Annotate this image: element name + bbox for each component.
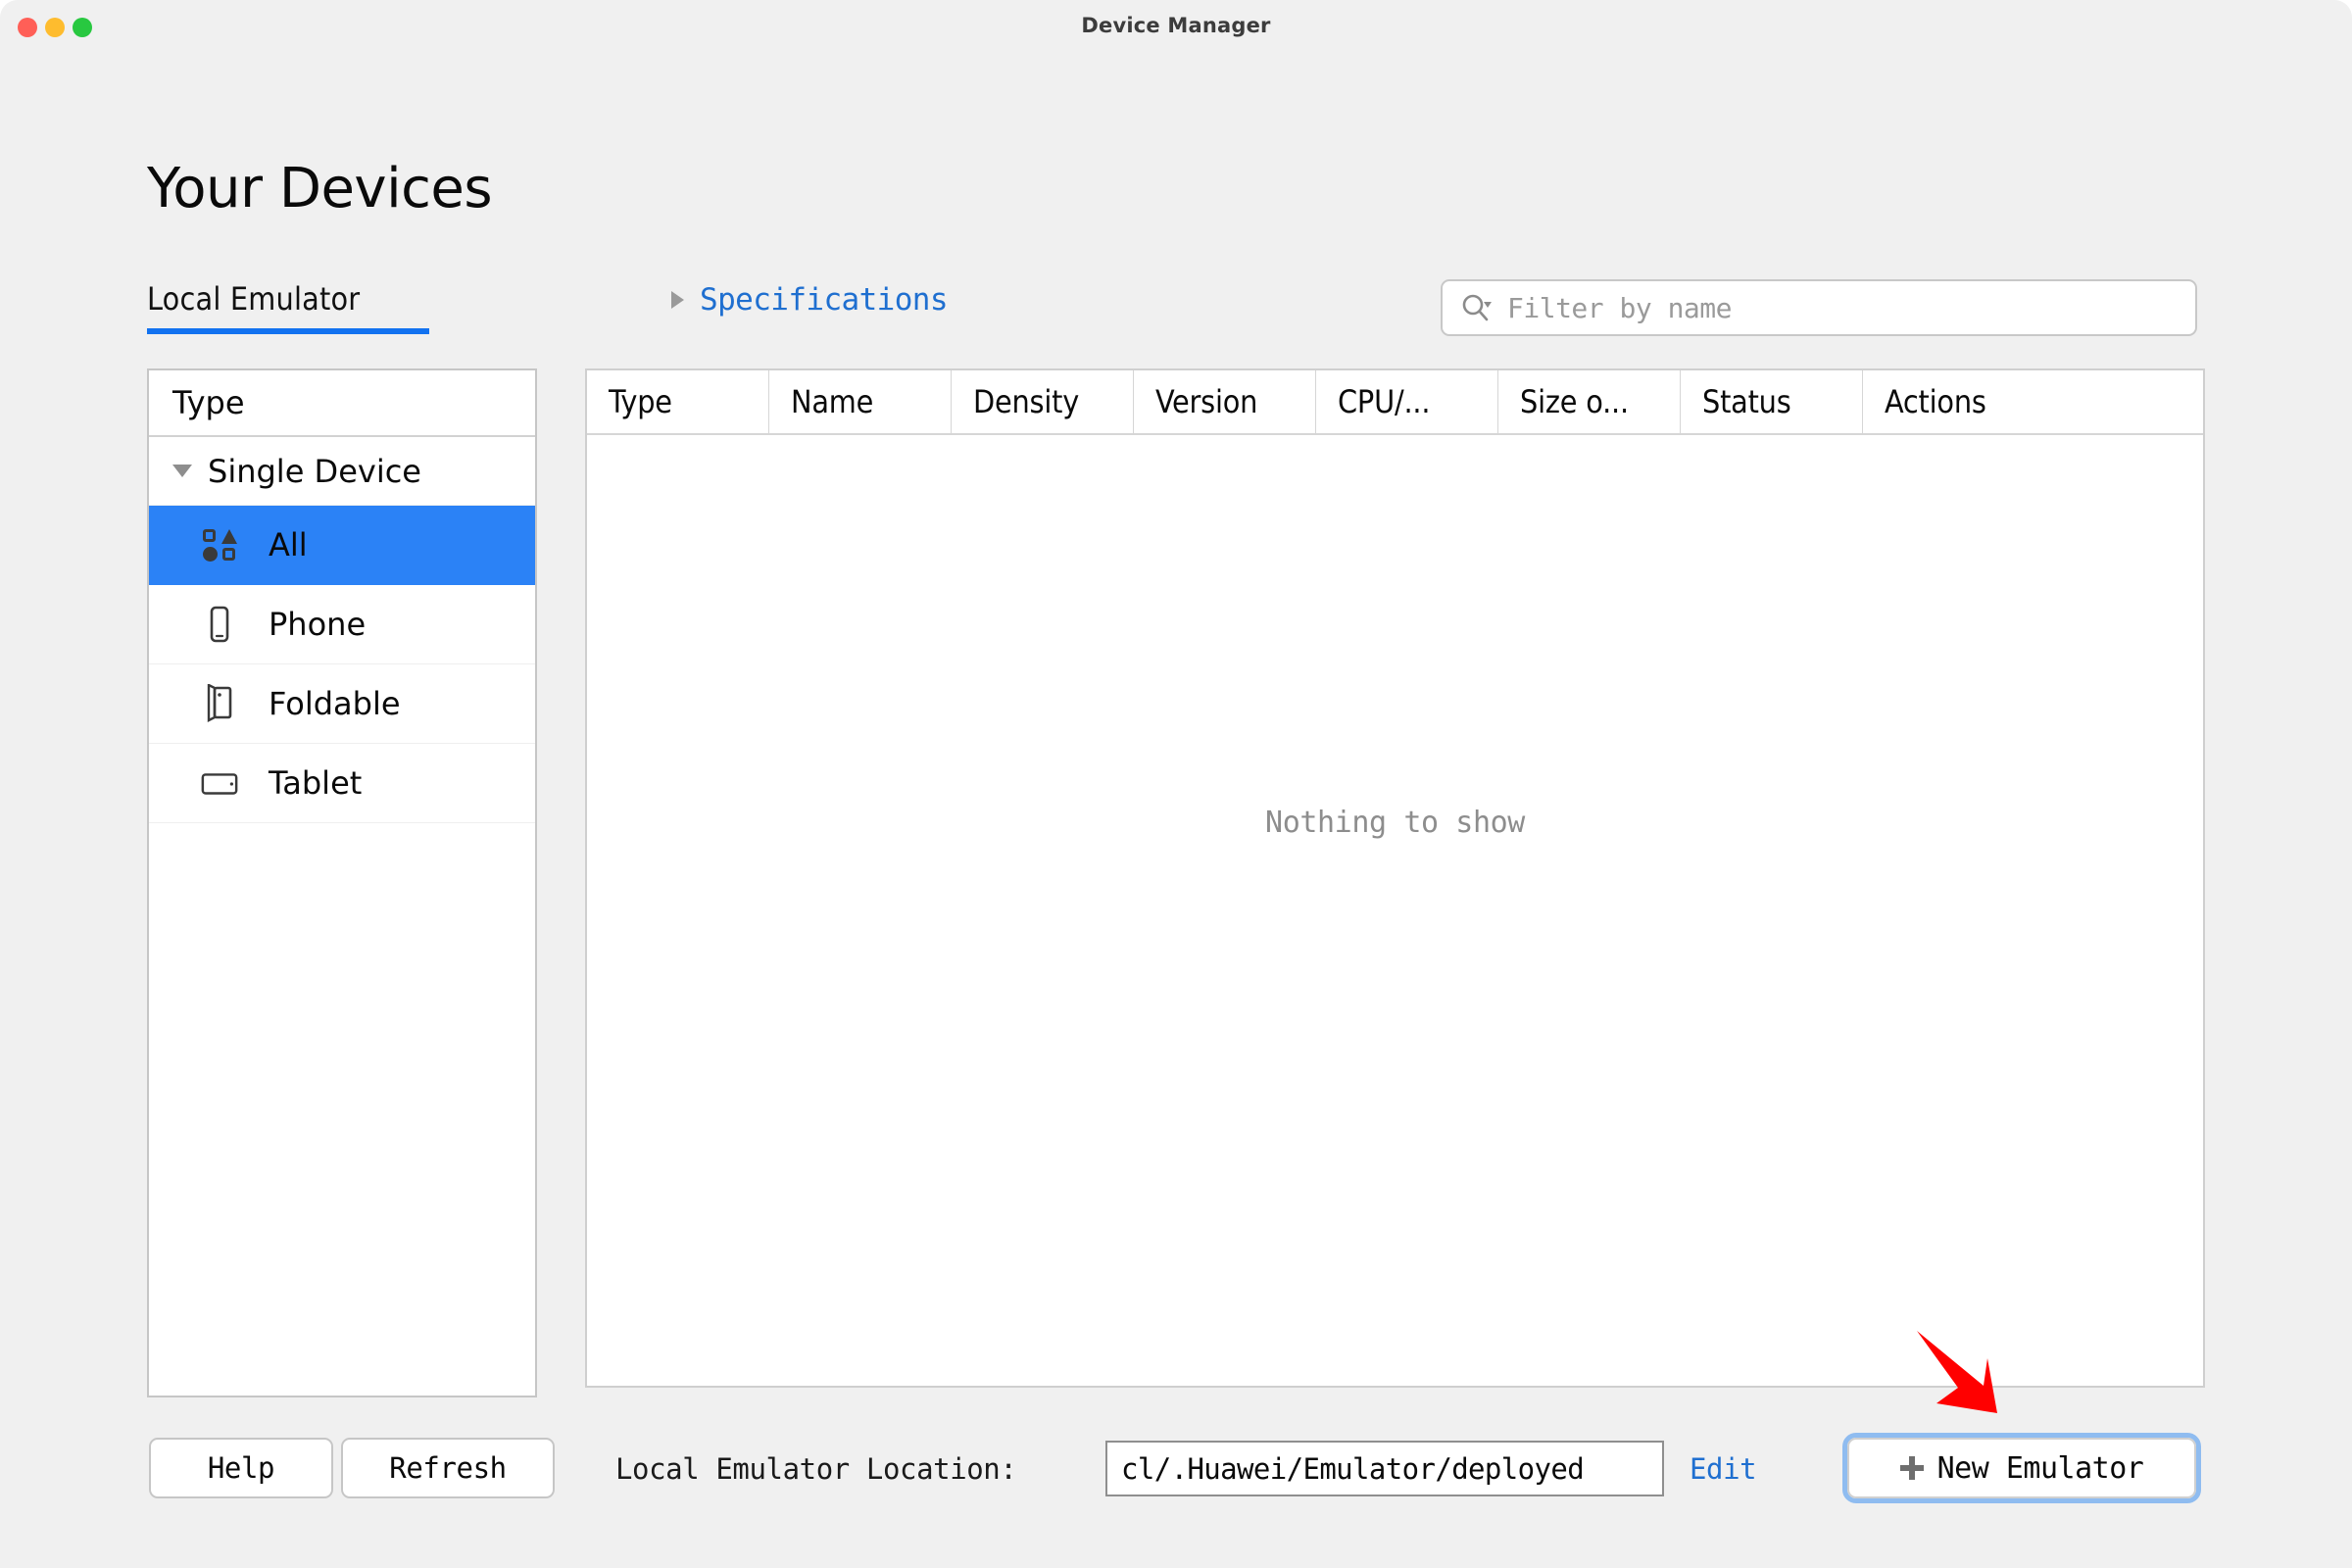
- table-body: Nothing to show: [587, 435, 2203, 1386]
- tablet-icon: [200, 767, 239, 799]
- column-header-cpu[interactable]: CPU/...: [1316, 370, 1498, 433]
- sidebar-item-all[interactable]: All: [149, 506, 535, 585]
- table-header-row: Type Name Density Version CPU/... Size o…: [587, 370, 2203, 435]
- sidebar-item-label: Foldable: [269, 685, 401, 722]
- sidebar-item-foldable[interactable]: Foldable: [149, 664, 535, 744]
- tab-local-emulator[interactable]: Local Emulator: [147, 280, 360, 327]
- type-panel: Type Single Device All Phone Foldable Ta…: [147, 368, 537, 1397]
- type-group-single-device[interactable]: Single Device: [149, 437, 535, 506]
- location-input[interactable]: [1121, 1451, 1662, 1486]
- sidebar-item-phone[interactable]: Phone: [149, 585, 535, 664]
- sidebar-item-label: Tablet: [269, 764, 363, 802]
- title-bar: Device Manager: [0, 0, 2352, 55]
- column-header-density[interactable]: Density: [952, 370, 1134, 433]
- column-header-type[interactable]: Type: [587, 370, 769, 433]
- chevron-right-icon: [671, 291, 684, 309]
- search-icon: [1460, 292, 1494, 323]
- type-group-label: Single Device: [208, 452, 421, 490]
- column-header-status[interactable]: Status: [1681, 370, 1863, 433]
- specifications-toggle[interactable]: Specifications: [671, 282, 948, 318]
- window-title: Device Manager: [1081, 14, 1271, 37]
- new-emulator-button[interactable]: New Emulator: [1847, 1438, 2196, 1498]
- foldable-icon: [200, 684, 239, 723]
- filter-box[interactable]: [1441, 279, 2197, 336]
- location-label: Local Emulator Location:: [615, 1452, 1017, 1486]
- device-table: Type Name Density Version CPU/... Size o…: [585, 368, 2205, 1388]
- sidebar-item-tablet[interactable]: Tablet: [149, 744, 535, 823]
- new-emulator-label: New Emulator: [1936, 1450, 2144, 1486]
- help-button[interactable]: Help: [149, 1438, 333, 1498]
- search-input[interactable]: [1507, 291, 2134, 324]
- location-field[interactable]: [1105, 1441, 1664, 1496]
- sidebar-item-label: Phone: [269, 606, 367, 643]
- device-manager-window: Device Manager Your Devices Local Emulat…: [0, 0, 2352, 1568]
- sidebar-item-label: All: [269, 526, 308, 564]
- type-panel-header: Type: [149, 370, 535, 437]
- column-header-actions[interactable]: Actions: [1863, 370, 2046, 433]
- tab-active-indicator: [147, 328, 429, 334]
- specifications-label: Specifications: [700, 282, 948, 318]
- new-emulator-focus-ring: New Emulator: [1842, 1433, 2201, 1503]
- phone-icon: [200, 605, 239, 644]
- column-header-version[interactable]: Version: [1134, 370, 1316, 433]
- shapes-grid-icon: [200, 529, 239, 562]
- edit-location-link[interactable]: Edit: [1690, 1452, 1757, 1486]
- column-header-size[interactable]: Size o...: [1498, 370, 1681, 433]
- column-header-name[interactable]: Name: [769, 370, 952, 433]
- plus-icon: [1899, 1456, 1924, 1480]
- page-title: Your Devices: [147, 157, 493, 220]
- chevron-down-icon: [172, 465, 192, 477]
- refresh-button[interactable]: Refresh: [341, 1438, 555, 1498]
- empty-state-message: Nothing to show: [1265, 805, 1525, 840]
